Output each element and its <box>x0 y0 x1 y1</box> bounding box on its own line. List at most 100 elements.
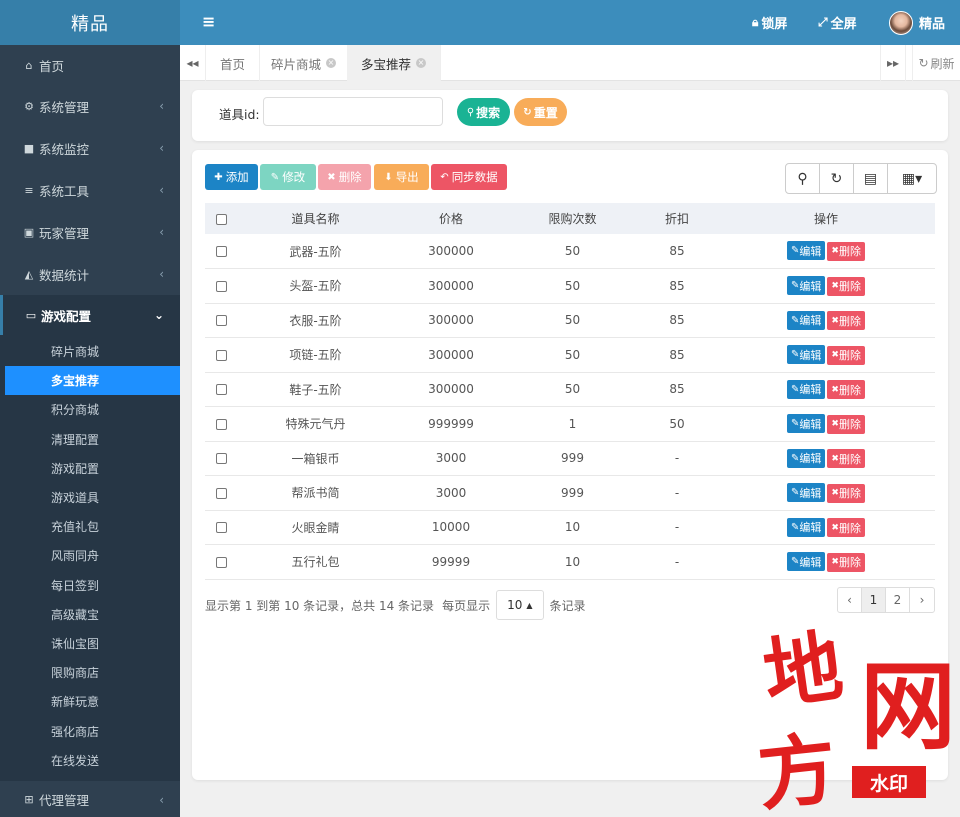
sidebar-subitem[interactable]: 风雨同舟 <box>0 541 180 570</box>
select-all-checkbox[interactable] <box>215 213 227 225</box>
row-checkbox[interactable] <box>215 522 227 534</box>
sidebar-subitem[interactable]: 游戏道具 <box>0 483 180 512</box>
sidebar-item-monitor[interactable]: ■ 系统监控 ‹ <box>0 127 180 169</box>
tab-home[interactable]: 首页 <box>206 45 261 81</box>
page-2-button[interactable]: 2 <box>886 588 910 612</box>
row-edit-button[interactable]: ✎ 编辑 <box>787 241 826 261</box>
row-edit-button[interactable]: ✎ 编辑 <box>787 310 826 330</box>
reset-button[interactable]: ↻ 重置 <box>514 98 567 126</box>
row-delete-button[interactable]: ✖ 删除 <box>827 552 865 572</box>
columns-icon[interactable]: ▦▾ <box>888 164 936 193</box>
item-id-input[interactable] <box>263 97 443 126</box>
page-1-button[interactable]: 1 <box>862 588 886 612</box>
prev-page-button[interactable]: ‹ <box>838 588 862 612</box>
row-checkbox[interactable] <box>215 418 227 430</box>
sidebar-subitem[interactable]: 高级藏宝 <box>0 600 180 629</box>
tab-scroll-left-icon[interactable]: ◂◂ <box>180 45 206 81</box>
sidebar-item-agent[interactable]: ⊞ 代理管理 ‹ <box>0 780 180 817</box>
row-edit-button[interactable]: ✎ 编辑 <box>787 345 826 364</box>
column-header[interactable]: 折扣 <box>637 203 717 234</box>
row-checkbox[interactable] <box>215 384 227 396</box>
tab-scroll-right-icon[interactable]: ▸▸ <box>880 45 906 81</box>
sidebar-subitem[interactable]: 每日签到 <box>0 571 180 600</box>
row-delete-button[interactable]: ✖ 删除 <box>827 345 865 365</box>
table-row[interactable]: 帮派书简 3000 999- ✎ 编辑 ✖ 删除 <box>205 476 935 510</box>
sidebar-subitem[interactable]: 游戏配置 <box>0 454 180 483</box>
sidebar-item-game-config[interactable]: ▭ 游戏配置 ⌄ <box>0 295 180 335</box>
row-checkbox[interactable] <box>215 556 227 568</box>
refresh-tab-button[interactable]: ↻ 刷新 <box>912 45 960 81</box>
menu-toggle-icon[interactable]: ≡ <box>202 12 215 31</box>
column-header[interactable]: 价格 <box>394 203 508 234</box>
tab-fragment-shop[interactable]: 碎片商城 × <box>257 45 352 81</box>
row-edit-button[interactable]: ✎ 编辑 <box>787 276 826 295</box>
sidebar-item-home[interactable]: ⌂ 首页 <box>0 45 180 85</box>
toggle-view-icon[interactable]: ▤ <box>854 164 888 193</box>
sidebar-subitem[interactable]: 充值礼包 <box>0 512 180 541</box>
table-row[interactable]: 特殊元气丹 999999 1 50 ✎ 编辑 ✖ 删除 <box>205 407 935 441</box>
row-checkbox[interactable] <box>215 349 227 361</box>
row-edit-button[interactable]: ✎ 编辑 <box>787 517 826 537</box>
delete-button[interactable]: ✖ 删除 <box>318 164 371 190</box>
close-icon[interactable]: × <box>326 58 337 68</box>
row-delete-button[interactable]: ✖ 删除 <box>827 380 865 399</box>
page-size-select[interactable]: 10 ▲ <box>496 590 544 620</box>
row-edit-button[interactable]: ✎ 编辑 <box>787 552 826 571</box>
item-name-cell: 特殊元气丹 <box>285 417 346 432</box>
close-icon[interactable]: × <box>416 58 427 68</box>
sidebar-item-stats[interactable]: ◭ 数据统计 ‹ <box>0 253 180 295</box>
user-menu[interactable]: 精品 <box>889 0 945 45</box>
price-cell: 999999 <box>428 416 474 431</box>
pagination: ‹ 1 2 › <box>837 587 935 613</box>
column-header[interactable]: 限购次数 <box>508 203 637 234</box>
row-delete-button[interactable]: ✖ 删除 <box>827 414 865 434</box>
table-row[interactable]: 衣服-五阶 300000 50 85 ✎ 编辑 ✖ 删除 <box>205 303 935 338</box>
table-row[interactable]: 项链-五阶 300000 50 85 ✎ 编辑 ✖ 删除 <box>205 338 935 372</box>
edit-button[interactable]: ✎ 修改 <box>260 164 316 190</box>
row-edit-button[interactable]: ✎ 编辑 <box>787 448 826 468</box>
lock-screen-button[interactable]: 🔒︎ 锁屏 <box>752 0 787 45</box>
sidebar-subitem[interactable]: 新鲜玩意 <box>0 687 180 716</box>
sidebar-item-system[interactable]: ⚙ 系统管理 ‹ <box>0 85 180 127</box>
table-row[interactable]: 鞋子-五阶 300000 50 85 ✎ 编辑 ✖ 删除 <box>205 372 935 407</box>
row-checkbox[interactable] <box>215 453 227 465</box>
table-row[interactable]: 火眼金睛 10000 10- ✎ 编辑 ✖ 删除 <box>205 510 935 545</box>
row-checkbox[interactable] <box>215 280 227 292</box>
sidebar-subitem[interactable]: 积分商城 <box>0 395 180 424</box>
sidebar-subitem[interactable]: 在线发送 <box>0 746 180 775</box>
sidebar-subitem[interactable]: 碎片商城 <box>0 337 180 366</box>
row-edit-button[interactable]: ✎ 编辑 <box>787 483 826 502</box>
fullscreen-button[interactable]: ⤢ 全屏 <box>818 0 857 45</box>
sync-data-button[interactable]: ↶ 同步数据 <box>431 164 507 190</box>
row-checkbox[interactable] <box>215 315 227 327</box>
row-delete-button[interactable]: ✖ 删除 <box>827 241 865 261</box>
search-button[interactable]: ⚲ 搜索 <box>457 98 510 126</box>
sidebar-subitem[interactable]: 强化商店 <box>0 716 180 745</box>
sidebar-subitem[interactable]: 清理配置 <box>0 425 180 454</box>
sidebar-item-players[interactable]: ▣ 玩家管理 ‹ <box>0 211 180 253</box>
table-row[interactable]: 头盔-五阶 300000 50 85 ✎ 编辑 ✖ 删除 <box>205 269 935 303</box>
sidebar-subitem[interactable]: 多宝推荐 <box>5 366 180 396</box>
row-delete-button[interactable]: ✖ 删除 <box>827 483 865 503</box>
row-delete-button[interactable]: ✖ 删除 <box>827 449 865 468</box>
sidebar-item-tools[interactable]: ≡ 系统工具 ‹ <box>0 169 180 211</box>
add-button[interactable]: ✚ 添加 <box>205 164 258 190</box>
refresh-icon[interactable]: ↻ <box>820 164 854 193</box>
row-delete-button[interactable]: ✖ 删除 <box>827 276 865 296</box>
export-button[interactable]: ⬇ 导出 <box>374 164 429 190</box>
search-icon[interactable]: ⚲ <box>786 164 820 193</box>
row-edit-button[interactable]: ✎ 编辑 <box>787 379 826 399</box>
tab-duobao[interactable]: 多宝推荐 × <box>347 45 442 81</box>
sidebar-subitem[interactable]: 诛仙宝图 <box>0 629 180 658</box>
sidebar-subitem[interactable]: 限购商店 <box>0 658 180 687</box>
row-delete-button[interactable]: ✖ 删除 <box>827 518 865 537</box>
column-header[interactable]: 道具名称 <box>237 203 394 234</box>
row-checkbox[interactable] <box>215 246 227 257</box>
row-checkbox[interactable] <box>215 487 227 499</box>
table-row[interactable]: 五行礼包 99999 10- ✎ 编辑 ✖ 删除 <box>205 545 935 579</box>
table-row[interactable]: 武器-五阶 300000 50 85 ✎ 编辑 ✖ 删除 <box>205 234 935 269</box>
table-row[interactable]: 一箱银币 3000 999- ✎ 编辑 ✖ 删除 <box>205 441 935 476</box>
row-edit-button[interactable]: ✎ 编辑 <box>787 414 826 433</box>
next-page-button[interactable]: › <box>910 588 934 612</box>
row-delete-button[interactable]: ✖ 删除 <box>827 311 865 330</box>
